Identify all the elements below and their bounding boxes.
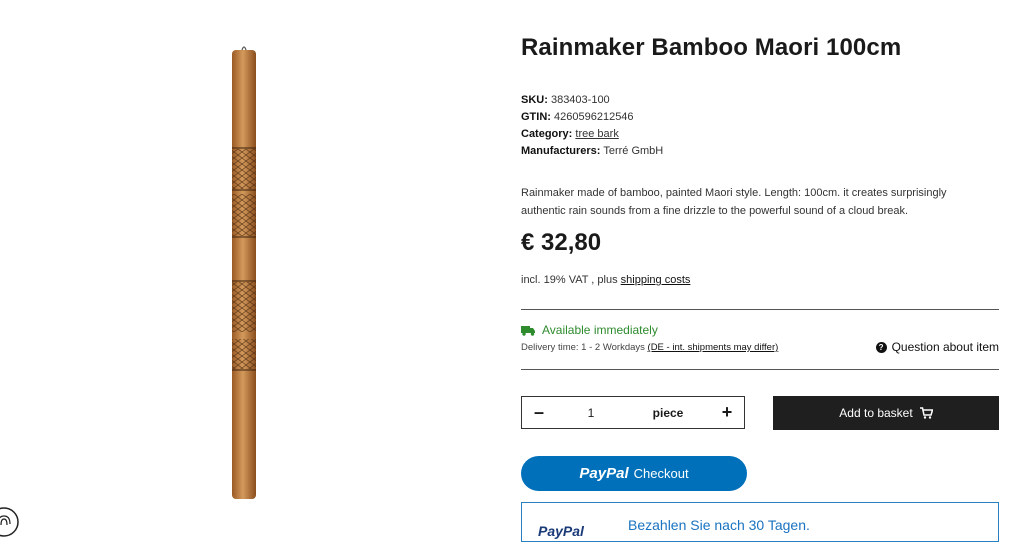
gtin-row: GTIN: 4260596212546 (521, 109, 663, 126)
sku-row: SKU: 383403-100 (521, 92, 663, 109)
gtin-label: GTIN: (521, 111, 551, 123)
paypal-checkout-label: Checkout (633, 466, 689, 481)
product-meta: SKU: 383403-100 GTIN: 4260596212546 Cate… (521, 92, 663, 160)
vat-info: incl. 19% VAT , plus shipping costs (521, 274, 690, 286)
pay-later-text: Bezahlen Sie nach 30 Tagen. (628, 517, 810, 533)
product-image-area[interactable] (0, 0, 490, 537)
gtin-value: 4260596212546 (554, 111, 634, 123)
availability-status: Available immediately (521, 323, 658, 337)
manufacturer-row: Manufacturers: Terré GmbH (521, 143, 663, 160)
divider-bottom (521, 369, 999, 370)
product-price: € 32,80 (521, 229, 602, 256)
vat-text: incl. 19% VAT , plus (521, 274, 618, 286)
manufacturer-value: Terré GmbH (603, 145, 664, 157)
add-to-basket-button[interactable]: Add to basket (773, 396, 999, 430)
quantity-stepper: – 1 piece + (521, 396, 745, 429)
quantity-unit: piece (652, 405, 684, 420)
question-about-item-link[interactable]: ? Question about item (875, 340, 999, 354)
rainmaker-stick-image (232, 46, 256, 499)
paypal-banner-logo: PayPal (538, 523, 584, 539)
quantity-input[interactable]: 1 (556, 406, 626, 420)
paypal-checkout-button[interactable]: PayPal Checkout (521, 456, 747, 491)
manufacturer-label: Manufacturers: (521, 145, 601, 157)
delivery-text: Delivery time: 1 - 2 Workdays (521, 342, 645, 353)
quantity-decrease-button[interactable]: – (522, 402, 556, 423)
paypal-logo: PayPal (579, 465, 629, 482)
paypal-pay-later-banner[interactable]: PayPal Bezahlen Sie nach 30 Tagen. (521, 502, 999, 542)
shipping-costs-link[interactable]: shipping costs (621, 274, 691, 286)
quantity-increase-button[interactable]: + (710, 402, 744, 423)
category-label: Category: (521, 128, 573, 140)
truck-icon (521, 325, 535, 336)
add-to-basket-label: Add to basket (839, 406, 913, 420)
question-icon: ? (875, 341, 887, 353)
shipment-differ-link[interactable]: (DE - int. shipments may differ) (648, 342, 779, 353)
divider-top (521, 309, 999, 310)
product-title: Rainmaker Bamboo Maori 100cm (521, 34, 902, 61)
cart-icon (919, 407, 933, 419)
availability-text: Available immediately (542, 323, 658, 337)
fingerprint-icon[interactable] (0, 506, 20, 538)
sku-value: 383403-100 (550, 94, 610, 106)
category-row: Category: tree bark (521, 126, 663, 143)
product-description: Rainmaker made of bamboo, painted Maori … (521, 187, 947, 217)
category-link[interactable]: tree bark (575, 128, 618, 140)
question-label: Question about item (891, 340, 999, 354)
delivery-time: Delivery time: 1 - 2 Workdays (DE - int.… (521, 342, 778, 353)
sku-label: SKU: (521, 94, 548, 106)
